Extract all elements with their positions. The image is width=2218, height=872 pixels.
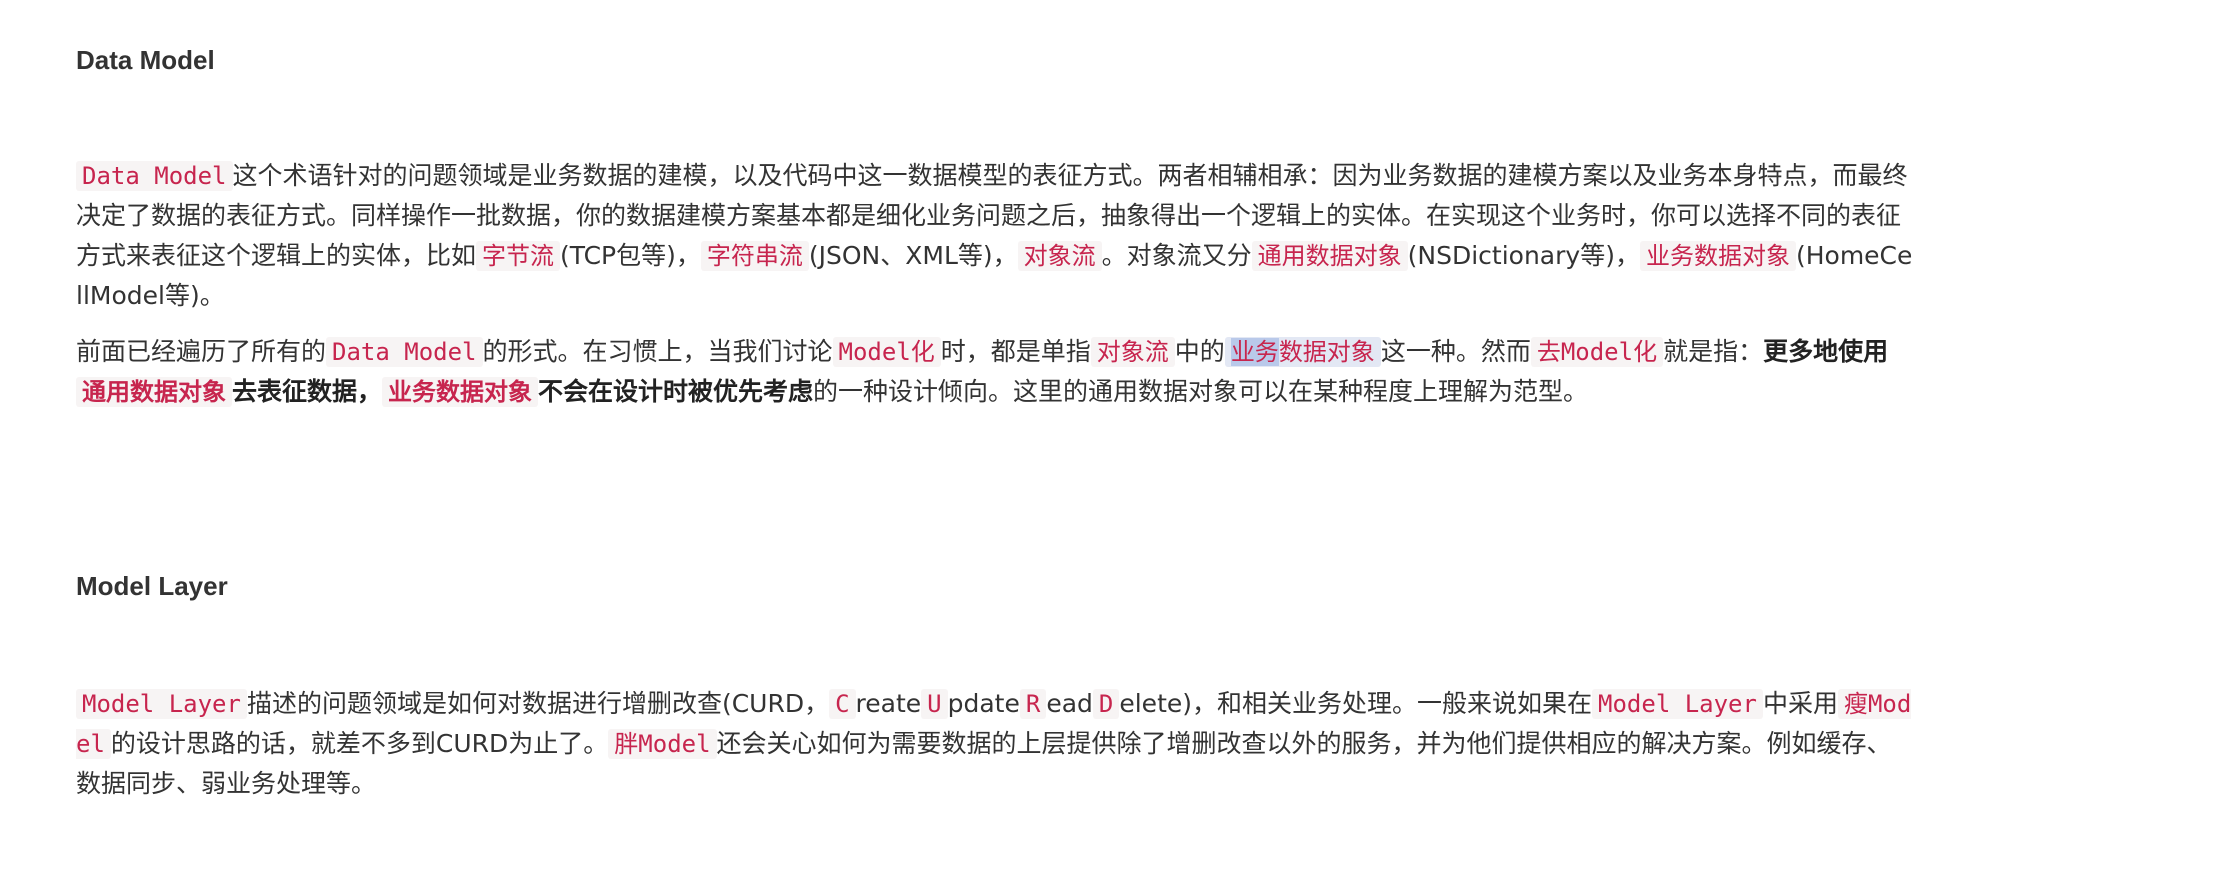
text-span: 中采用 [1762, 689, 1838, 718]
inline-code-read: R [1019, 689, 1047, 719]
inline-code-de-modelization: 去Model化 [1530, 337, 1664, 367]
inline-code-data-model: Data Model [326, 337, 483, 367]
text-span: (NSDictionary等)， [1407, 241, 1640, 270]
inline-code-fat-model: 胖Model [608, 729, 717, 759]
text-span: 。对象流又分 [1101, 241, 1252, 270]
inline-code-data-model: Data Model [76, 161, 233, 191]
inline-code-object-stream: 对象流 [1090, 337, 1175, 367]
text-span: 去表征数据， [232, 377, 383, 406]
text-span: 更多地使用 [1763, 337, 1889, 366]
inline-code-object-stream: 对象流 [1017, 241, 1102, 271]
text-span: 的一种设计倾向。这里的通用数据对象可以在某种程度上理解为范型。 [813, 377, 1589, 406]
text-span: 这一种。然而 [1380, 337, 1531, 366]
paragraph-de-model: 前面已经遍历了所有的 Data Model 的形式。在习惯上，当我们讨论 Model化… [76, 332, 1916, 412]
paragraph-model-layer-definition: Model Layer 描述的问题领域是如何对数据进行增删改查(CURD， Crea… [76, 684, 1916, 804]
inline-code-byte-stream: 字节流 [476, 241, 561, 271]
inline-code-business-data-object-selected: 业务数据对象 [1224, 337, 1381, 367]
inline-code-business-data-object: 业务数据对象 [1639, 241, 1796, 271]
text-span: 不会在设计时被优先考虑 [538, 377, 814, 406]
inline-code-string-stream: 字符串流 [700, 241, 809, 271]
text-span: 前面已经遍历了所有的 [76, 337, 327, 366]
text-span: pdate [947, 689, 1020, 718]
text-span: 的形式。在习惯上，当我们讨论 [482, 337, 833, 366]
inline-code-business-data-object: 业务数据对象 [382, 377, 539, 407]
text-selection-highlight: 业务 [1230, 338, 1279, 366]
text-span: ead [1046, 689, 1093, 718]
heading-data-model: Data Model [76, 45, 215, 75]
heading-model-layer: Model Layer [76, 571, 228, 601]
inline-code-modelization: Model化 [832, 337, 941, 367]
text-span: 就是指： [1663, 337, 1764, 366]
inline-code-generic-data-object: 通用数据对象 [1251, 241, 1408, 271]
inline-code-model-layer: Model Layer [1592, 689, 1763, 719]
text-span: elete)，和相关业务处理。一般来说如果在 [1119, 689, 1593, 718]
inline-code-create: C [829, 689, 856, 719]
inline-code-generic-data-object: 通用数据对象 [76, 377, 232, 407]
text-span: (TCP包等)， [560, 241, 701, 270]
paragraph-data-model-definition: Data Model 这个术语针对的问题领域是业务数据的建模，以及代码中这一数据模… [76, 156, 1916, 316]
text-span: 时，都是单指 [940, 337, 1091, 366]
inline-code-delete: D [1092, 689, 1120, 719]
document-page: Data Model Data Model 这个术语针对的问题领域是业务数据的建模… [0, 0, 2218, 872]
inline-code-update: U [921, 689, 948, 719]
text-span: 描述的问题领域是如何对数据进行增删改查(CURD， [246, 689, 830, 718]
text-span: (JSON、XML等)， [808, 241, 1018, 270]
inline-code-model-layer: Model Layer [76, 689, 247, 719]
text-span: 中的 [1174, 337, 1225, 366]
text-span: 数据对象 [1278, 338, 1375, 366]
text-span: reate [855, 689, 922, 718]
text-span: 的设计思路的话，就差不多到CURD为止了。 [110, 729, 609, 758]
